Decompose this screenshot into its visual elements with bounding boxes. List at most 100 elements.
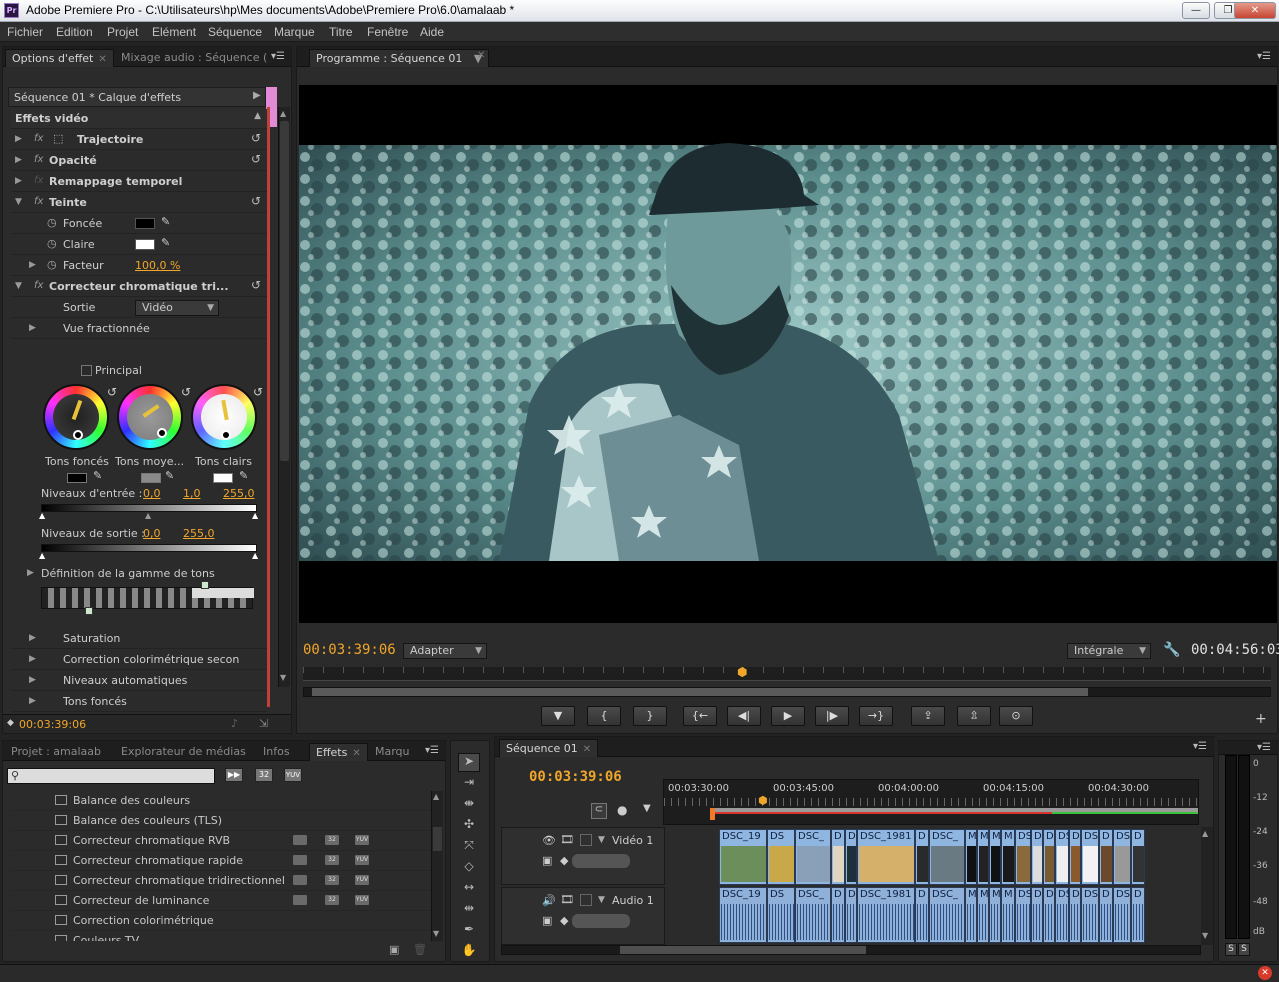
- tab-markers[interactable]: Marqu: [369, 743, 416, 761]
- output-dropdown[interactable]: Vidéo ▼: [135, 300, 219, 316]
- snap-icon[interactable]: ⊂: [591, 803, 607, 819]
- add-marker-button[interactable]: ▼: [541, 706, 575, 726]
- work-area-start-handle[interactable]: [710, 808, 715, 820]
- scrollbar-thumb[interactable]: [620, 946, 866, 954]
- gray-level-swatch[interactable]: [141, 473, 161, 483]
- menu-projet[interactable]: Projet: [107, 25, 138, 39]
- lock-track-checkbox[interactable]: [580, 834, 592, 846]
- expand-arrow-icon[interactable]: ▶: [29, 633, 36, 643]
- video-clip[interactable]: D: [1031, 829, 1043, 885]
- menu-aide[interactable]: Aide: [420, 25, 444, 39]
- menu-edition[interactable]: Edition: [56, 25, 93, 39]
- effect-trajectoire[interactable]: ▶ fx ⬚ Trajectoire ↺: [11, 130, 267, 150]
- effect-list-item[interactable]: Correcteur chromatique tridirectionnel 32…: [11, 871, 431, 891]
- audio-clip[interactable]: M: [965, 887, 977, 943]
- zoom-scrollbar[interactable]: [303, 687, 1271, 697]
- audio-clip[interactable]: D: [1043, 887, 1055, 943]
- audio-clip[interactable]: DSC_: [929, 887, 965, 943]
- effect-list-item[interactable]: Correction colorimétrique: [11, 911, 431, 931]
- tonal-range-bar[interactable]: [41, 587, 254, 609]
- input-black-slider-icon[interactable]: ▲: [39, 511, 45, 520]
- collapse-arrow-icon[interactable]: ▼: [15, 281, 22, 291]
- tab-info[interactable]: Infos: [257, 743, 296, 761]
- highlights-color-wheel[interactable]: [191, 384, 257, 450]
- dark-color-swatch[interactable]: [135, 218, 155, 229]
- fx-icon[interactable]: fx: [34, 196, 43, 207]
- marker-icon[interactable]: ▼: [643, 803, 651, 814]
- audio-clip[interactable]: DSC_: [795, 887, 831, 943]
- scrollbar-thumb[interactable]: [280, 121, 289, 461]
- effect-list-item[interactable]: Balance des couleurs (TLS): [11, 811, 431, 831]
- black-level-swatch[interactable]: [67, 473, 87, 483]
- selection-tool-icon[interactable]: ➤: [458, 753, 480, 772]
- white-level-swatch[interactable]: [213, 473, 233, 483]
- input-white-slider-icon[interactable]: ▲: [252, 511, 258, 520]
- effects-list-scrollbar[interactable]: ▲ ▼: [431, 791, 443, 941]
- video-clip[interactable]: DSC_1981: [857, 829, 915, 885]
- transform-icon[interactable]: ⬚: [53, 132, 63, 145]
- expand-arrow-icon[interactable]: ▶: [29, 654, 36, 664]
- output-levels-gradient[interactable]: [41, 544, 257, 552]
- step-forward-button[interactable]: |▶: [815, 706, 849, 726]
- close-tab-icon[interactable]: ✕: [583, 744, 591, 755]
- scroll-up-icon[interactable]: ▲: [280, 109, 286, 118]
- expand-arrow-icon[interactable]: ▶: [15, 155, 22, 165]
- midtones-color-wheel[interactable]: [117, 384, 183, 450]
- video-clip[interactable]: D: [1131, 829, 1145, 885]
- scroll-down-icon[interactable]: ▼: [280, 673, 286, 682]
- audio-clip[interactable]: DS: [1015, 887, 1031, 943]
- subsection-secondary[interactable]: ▶ Correction colorimétrique secon: [11, 650, 267, 670]
- effect-teinte[interactable]: ▼ fx Teinte ↺: [11, 193, 267, 213]
- pen-tool-icon[interactable]: ✒: [458, 922, 480, 941]
- effect-remappage[interactable]: ▶ fx Remappage temporel: [11, 172, 267, 192]
- video-clip[interactable]: DS: [767, 829, 795, 885]
- menu-element[interactable]: Elément: [152, 25, 196, 39]
- video-clip[interactable]: D: [1043, 829, 1055, 885]
- reset-icon[interactable]: ↺: [251, 152, 261, 166]
- audio-clip[interactable]: DSC_19: [719, 887, 767, 943]
- reset-icon[interactable]: ↺: [251, 131, 261, 145]
- error-icon[interactable]: ✕: [1258, 966, 1272, 980]
- mark-in-button[interactable]: {: [587, 706, 621, 726]
- eyedropper-icon[interactable]: ✎: [93, 469, 102, 482]
- go-to-out-button[interactable]: →}: [859, 706, 893, 726]
- solo-right-button[interactable]: S: [1238, 943, 1250, 956]
- subsection-auto-levels[interactable]: ▶ Niveaux automatiques: [11, 671, 267, 691]
- eyedropper-icon[interactable]: ✎: [161, 236, 170, 249]
- facteur-value[interactable]: 100,0 %: [135, 259, 180, 272]
- tab-effect-options[interactable]: Options d'effet ✕: [5, 49, 114, 67]
- close-tab-icon[interactable]: ✕: [477, 50, 485, 61]
- video-clip[interactable]: M: [1001, 829, 1015, 885]
- scroll-down-icon[interactable]: ▼: [1202, 931, 1208, 940]
- tonal-handle[interactable]: [85, 607, 93, 615]
- menu-fichier[interactable]: Fichier: [7, 25, 43, 39]
- audio-clip[interactable]: D: [1031, 887, 1043, 943]
- subsection-shadows[interactable]: ▶ Tons foncés: [11, 692, 267, 712]
- collapse-arrow-icon[interactable]: ▼: [15, 197, 22, 207]
- subsection-saturation[interactable]: ▶ Saturation: [11, 629, 267, 649]
- play-button[interactable]: ▶: [771, 706, 805, 726]
- reset-shadows-icon[interactable]: ↺: [107, 385, 117, 399]
- menu-sequence[interactable]: Séquence: [208, 25, 262, 39]
- timeline-current-timecode[interactable]: 00:03:39:06: [529, 769, 622, 785]
- reset-highlights-icon[interactable]: ↺: [253, 385, 263, 399]
- button-editor-plus-icon[interactable]: +: [1255, 711, 1267, 727]
- effect-list-item[interactable]: Couleurs TV: [11, 931, 431, 941]
- razor-tool-icon[interactable]: ◇: [458, 859, 480, 878]
- export-icon[interactable]: ⇲: [259, 717, 268, 730]
- ripple-edit-tool-icon[interactable]: ⇼: [458, 796, 480, 815]
- program-time-ruler[interactable]: ⬢: [303, 665, 1271, 681]
- settings-wrench-icon[interactable]: 🔧: [1163, 642, 1180, 658]
- close-tab-icon[interactable]: ✕: [352, 748, 360, 759]
- video-clip[interactable]: DS: [1113, 829, 1131, 885]
- tonal-handle[interactable]: [201, 581, 209, 589]
- tab-sequence-01[interactable]: Séquence 01 ✕: [499, 739, 599, 757]
- timeline-vertical-scrollbar[interactable]: ▲ ▼: [1201, 827, 1213, 945]
- expand-arrow-icon[interactable]: ▶: [29, 696, 36, 706]
- keyframe-icon[interactable]: ◆: [560, 854, 568, 867]
- expand-arrow-icon[interactable]: ▶: [27, 568, 34, 578]
- minimize-button[interactable]: —: [1182, 2, 1210, 19]
- effect-list-item[interactable]: Correcteur chromatique rapide 32 YUV: [11, 851, 431, 871]
- video-track-area[interactable]: DSC_19 DS DSC_ D D DSC_1981 D DSC_ M M M M DS D D DS D DS…: [719, 829, 1199, 885]
- effect-opacite[interactable]: ▶ fx Opacité ↺: [11, 151, 267, 171]
